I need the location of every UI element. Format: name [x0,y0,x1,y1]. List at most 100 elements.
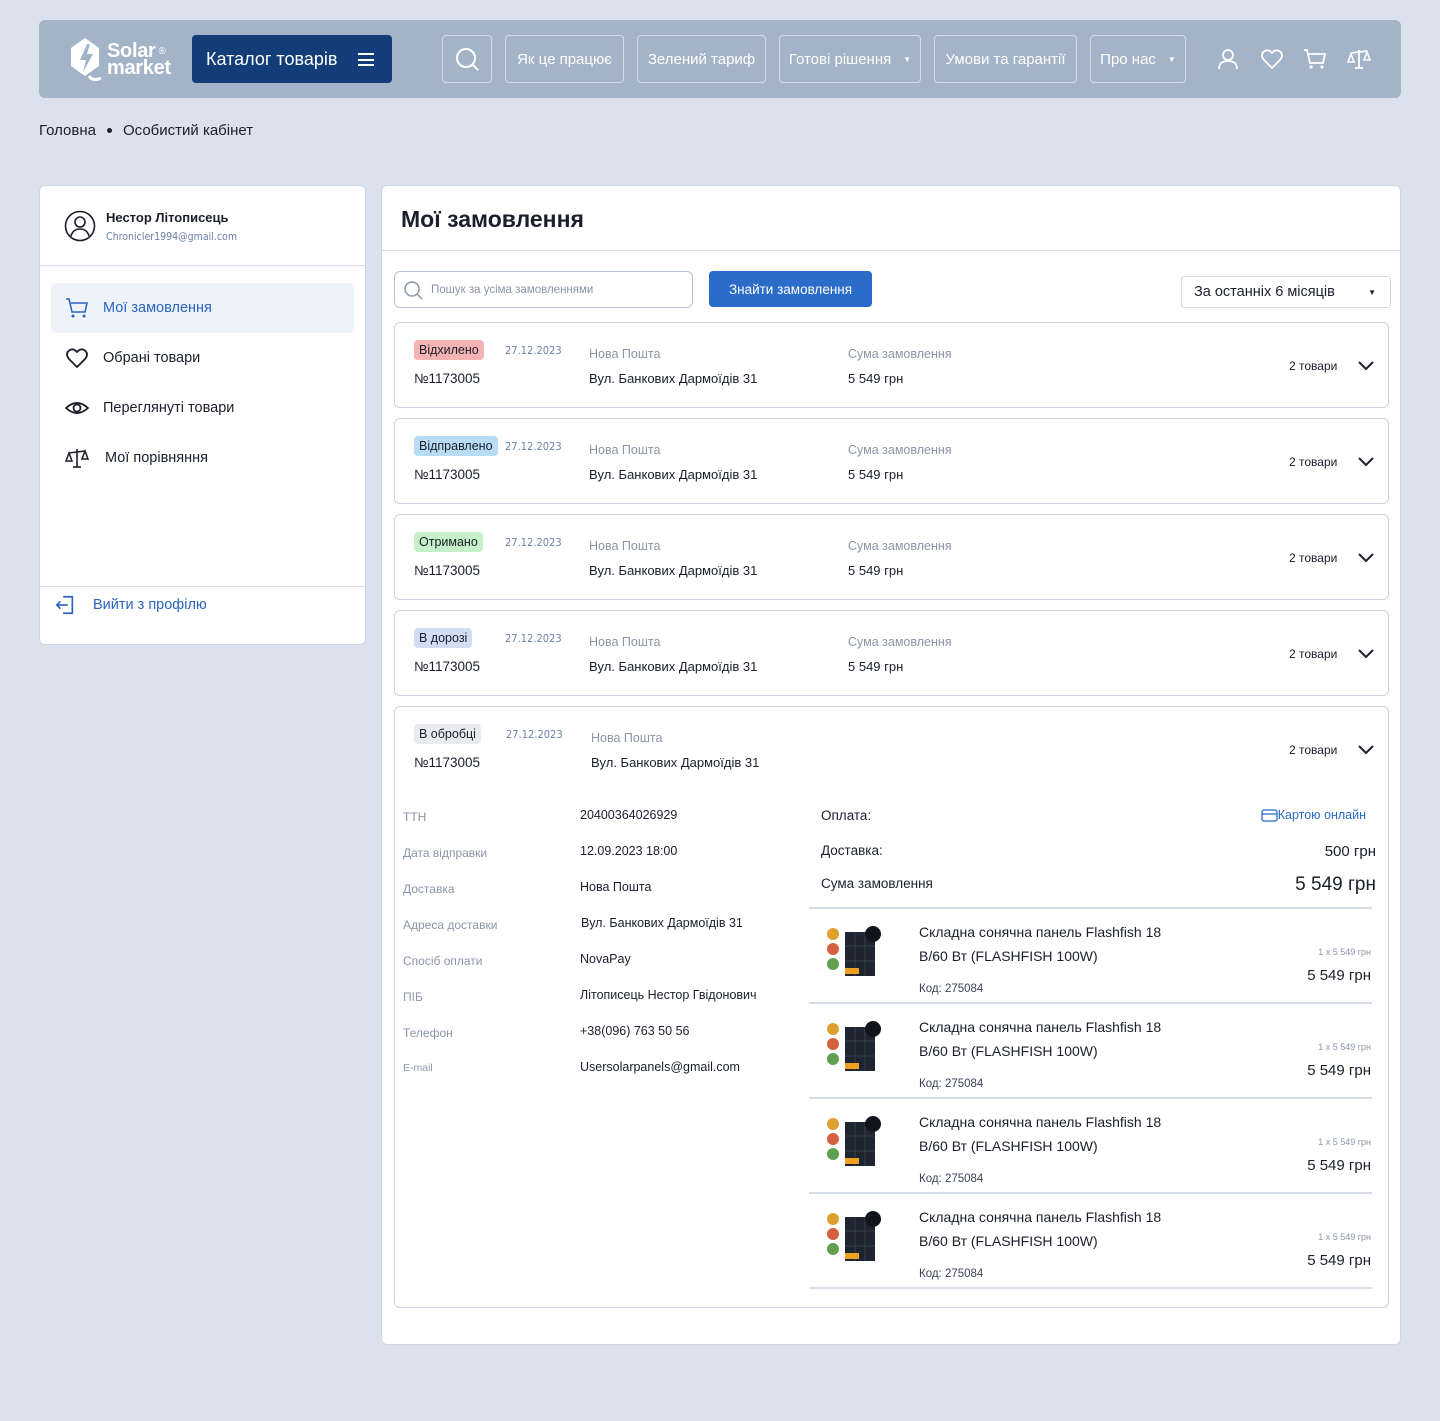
account-sidebar: Нестор Літописець Chronicler1994@gmail.c… [39,185,366,645]
order-date: 27.12.2023 [505,536,562,549]
breadcrumb-home[interactable]: Головна [39,122,96,139]
detail-label-phone: Телефон [403,1026,453,1040]
product-quantity: 1 x 5 549 грн [1318,947,1371,957]
order-carrier: Нова Пошта [589,539,661,553]
sidebar-item-my-orders[interactable]: Мої замовлення [51,283,354,333]
status-badge: В дорозі [414,628,473,648]
product-code: Код: 275084 [919,1078,984,1090]
sidebar-item-label: Мої замовлення [103,300,212,316]
chevron-down-icon[interactable] [1358,647,1374,659]
status-badge: Відправлено [414,436,498,456]
product-price: 5 549 грн [1307,1157,1371,1174]
compare-scales-icon [65,448,89,468]
chevron-down-icon[interactable] [1358,743,1374,755]
cart-icon[interactable] [1303,47,1327,71]
detail-label-payment-method: Спосіб оплати [403,954,483,968]
order-carrier: Нова Пошта [589,635,661,649]
detail-value-ship-date: 12.09.2023 18:00 [580,844,678,858]
search-input[interactable]: Пошук за усіма замовленнями [394,271,693,308]
sidebar-item-favorites[interactable]: Обрані товари [51,333,354,383]
order-sum-label: Сума замовлення [848,443,952,457]
find-orders-button[interactable]: Знайти замовлення [709,271,872,307]
detail-label-email: E-mail [403,1062,433,1074]
detail-value-address: Вул. Банкових Дармоїдів 31 [581,916,743,930]
detail-value-full-name: Літописець Нестор Гвідонович [580,988,757,1002]
order-number: №1173005 [414,755,481,770]
catalog-button[interactable]: Каталог товарів [192,35,392,83]
order-card-expanded: В обробці 27.12.2023 №1173005 Нова Пошта… [394,706,1389,1308]
eye-icon [65,402,89,414]
product-item[interactable]: Складна сонячна панель Flashfish 18 В/60… [809,1002,1372,1097]
search-icon [456,48,479,71]
order-date: 27.12.2023 [505,344,562,357]
order-card[interactable]: В дорозі 27.12.2023 №1173005 Нова Пошта … [394,610,1389,696]
search-icon [404,280,423,299]
detail-value-payment-method: NovaPay [580,952,631,966]
chevron-down-icon: ▼ [1167,54,1176,64]
order-address: Вул. Банкових Дармоїдів 31 [589,659,758,674]
nav-terms-warranty[interactable]: Умови та гарантії [934,35,1077,83]
user-icon[interactable] [1216,47,1240,71]
sidebar-item-label: Мої порівняння [105,450,208,466]
order-item-count: 2 товари [1289,455,1338,469]
catalog-button-label: Каталог товарів [206,48,338,69]
user-profile: Нестор Літописець Chronicler1994@gmail.c… [64,210,237,243]
detail-value-phone: +38(096) 763 50 56 [580,1024,690,1038]
delivery-cost-label: Доставка: [821,843,883,858]
status-badge: Відхилено [414,340,484,360]
nav-ready-solutions[interactable]: Готові рішення ▼ [779,35,921,83]
logout-button[interactable]: Вийти з профілю [54,594,207,616]
payment-method-value: Картою онлайн [1277,808,1366,822]
detail-label-address: Адреса доставки [403,918,498,932]
nav-ready-solutions-label: Готові рішення [788,50,892,68]
product-code: Код: 275084 [919,1268,984,1280]
detail-label-delivery: Доставка [403,882,455,896]
nav-how-it-works[interactable]: Як це працює [505,35,624,83]
order-item-count: 2 товари [1289,743,1338,757]
logo-line2: market [107,57,171,79]
logout-label: Вийти з профілю [93,597,207,613]
product-item[interactable]: Складна сонячна панель Flashfish 18 В/60… [809,907,1372,1002]
heart-icon [66,348,88,369]
product-title: Складна сонячна панель Flashfish 18 В/60… [919,1209,1162,1249]
order-date: 27.12.2023 [505,440,562,453]
breadcrumb: Головна Особистий кабінет [39,122,253,139]
order-card[interactable]: Отримано 27.12.2023 №1173005 Нова Пошта … [394,514,1389,600]
order-sum-label: Сума замовлення [848,635,952,649]
solar-panel-product-image [827,926,881,976]
title-divider [382,250,1400,251]
delivery-cost-value: 500 грн [1324,843,1376,860]
sidebar-divider [40,586,365,587]
menu-icon [358,53,374,70]
order-item-count: 2 товари [1289,359,1338,373]
product-item[interactable]: Складна сонячна панель Flashfish 18 В/60… [809,1192,1372,1289]
logout-icon [55,595,74,615]
sidebar-item-viewed[interactable]: Переглянуті товари [51,383,354,433]
order-item-count: 2 товари [1289,551,1338,565]
solar-market-logo[interactable]: Solar ® market [67,34,177,86]
period-select[interactable]: За останніх 6 місяців ▼ [1181,276,1391,308]
heart-icon[interactable] [1260,47,1284,71]
order-card[interactable]: Відправлено 27.12.2023 №1173005 Нова Пош… [394,418,1389,504]
sidebar-item-comparisons[interactable]: Мої порівняння [51,433,354,483]
search-button[interactable] [442,35,492,83]
product-item[interactable]: Складна сонячна панель Flashfish 18 В/60… [809,1097,1372,1192]
sidebar-item-label: Переглянуті товари [103,400,235,416]
chevron-down-icon[interactable] [1358,359,1374,371]
nav-about[interactable]: Про нас ▼ [1090,35,1186,83]
nav-about-label: Про нас [1100,50,1156,68]
product-quantity: 1 x 5 549 грн [1318,1042,1371,1052]
solar-panel-product-image [827,1116,881,1166]
order-card[interactable]: Відхилено 27.12.2023 №1173005 Нова Пошта… [394,322,1389,408]
chevron-down-icon[interactable] [1358,551,1374,563]
breadcrumb-current: Особистий кабінет [123,122,254,139]
payment-method-link[interactable]: Картою онлайн [1261,808,1366,822]
nav-green-tariff[interactable]: Зелений тариф [637,35,766,83]
solar-panel-product-image [827,1211,881,1261]
sidebar-divider [40,265,365,266]
compare-scales-icon[interactable] [1347,47,1371,71]
order-address: Вул. Банкових Дармоїдів 31 [589,371,758,386]
detail-value-ttn: 20400364026929 [580,808,678,822]
product-code: Код: 275084 [919,983,984,995]
chevron-down-icon[interactable] [1358,455,1374,467]
